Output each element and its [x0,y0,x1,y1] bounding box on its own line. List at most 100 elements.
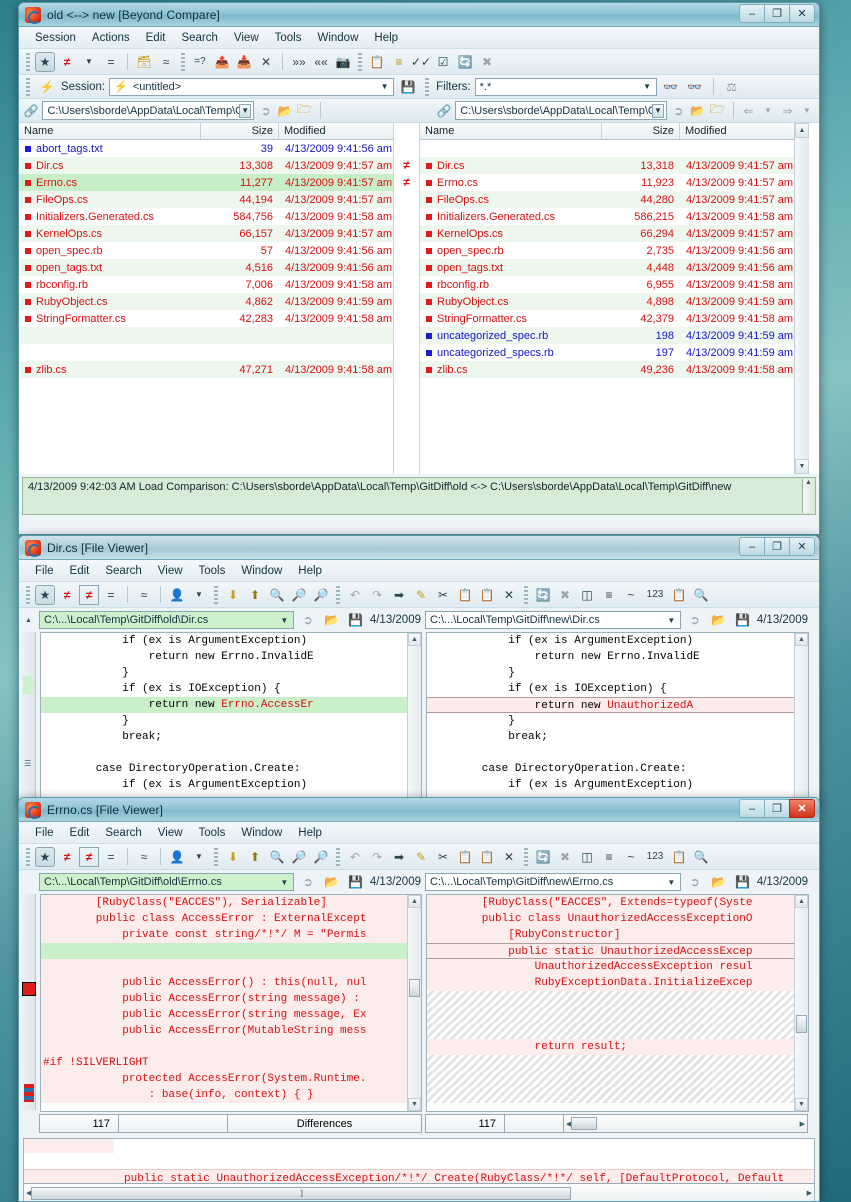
paste-icon[interactable]: 📋 [477,847,497,867]
wrap-icon[interactable]: ~ [621,847,641,867]
dir-toolbar-grip-4[interactable] [524,585,528,604]
right-open-folder-icon[interactable]: 📂 [690,101,706,121]
errno-menu-edit[interactable]: Edit [62,825,98,841]
table-row[interactable]: FileOps.cs 44,194 4/13/2009 9:41:57 am [19,191,393,208]
errno-detail-scroll-right-icon[interactable]: ▶ [807,1189,812,1197]
compare-contents-icon[interactable]: =? [190,52,210,72]
main-window-titlebar[interactable]: old <--> new [Beyond Compare] – ❐ ✕ [19,3,819,27]
dir-left-path-combo[interactable]: C:\...\Local\Temp\GitDiff\old\Dir.cs ▼ [39,611,294,629]
dir-right-scroll-up-icon[interactable]: ▲ [795,633,808,646]
select-all-icon[interactable]: ✓✓ [411,52,431,72]
errno-minimize-button[interactable]: – [739,799,765,818]
table-row[interactable]: KernelOps.cs 66,157 4/13/2009 9:41:57 am [19,225,393,242]
snapshot-icon[interactable]: 📷 [333,52,353,72]
table-row[interactable]: Dir.cs 13,318 4/13/2009 9:41:57 am [420,157,794,174]
copy-to-right-icon[interactable]: 📤 [212,52,232,72]
dir-overview-gutter[interactable]: ☰ [22,632,36,798]
copy-to-right-icon[interactable]: ➡ [389,847,409,867]
dir-toolbar-grip-2[interactable] [214,585,218,604]
edit-icon[interactable]: ✎ [411,847,431,867]
select-none-icon[interactable]: ☑ [433,52,453,72]
errno-right-scroll-thumb[interactable] [796,1015,807,1033]
scroll-up-icon[interactable]: ▲ [795,123,809,138]
errno-hscroll-right-icon[interactable]: ▶ [800,1120,805,1128]
dir-right-code-pane[interactable]: if (ex is ArgumentException) return new … [426,632,809,800]
save-session-icon[interactable]: 💾 [398,77,418,97]
status-scrollbar[interactable]: ▲ [802,479,814,513]
table-row[interactable]: StringFormatter.cs 42,379 4/13/2009 9:41:5… [420,310,794,327]
same-lines-icon[interactable]: = [101,585,121,605]
errno-close-button[interactable]: ✕ [789,799,815,818]
find-previous-icon[interactable]: 🔎 [311,847,331,867]
table-row[interactable]: open_spec.rb 2,735 4/13/2009 9:41:56 am [420,242,794,259]
all-files-icon[interactable]: ★ [35,51,55,72]
rules-icon[interactable]: 👤 [167,585,187,605]
next-difference-icon[interactable]: ⬇ [223,585,243,605]
errno-left-scroll-down-icon[interactable]: ▼ [408,1098,421,1111]
errno-hscroll-thumb[interactable] [571,1117,598,1130]
errno-left-path-combo[interactable]: C:\...\Local\Temp\GitDiff\old\Errno.cs ▼ [39,873,294,891]
table-row[interactable]: RubyObject.cs 4,862 4/13/2009 9:41:59 am [19,293,393,310]
dir-right-open-icon[interactable]: 📂 [709,610,729,630]
errno-menu-view[interactable]: View [150,825,191,841]
errno-menu-tools[interactable]: Tools [191,825,234,841]
redo-icon[interactable]: ↷ [367,847,387,867]
differences-icon[interactable]: ≠ [57,585,77,605]
dir-close-button[interactable]: ✕ [789,537,815,556]
filters-grip[interactable] [425,77,430,96]
table-row[interactable]: RubyObject.cs 4,898 4/13/2009 9:41:59 am [420,293,794,310]
dir-menu-edit[interactable]: Edit [62,563,98,579]
errno-detail-scroll-thumb[interactable]: ⟧ [31,1186,572,1200]
back-icon[interactable]: ⇐ [740,101,756,121]
left-file-list[interactable]: Name Size Modified abort_tags.txt 39 4/13/… [19,123,393,474]
errno-right-save-icon[interactable]: 💾 [733,872,753,892]
line-numbers-badge[interactable]: 123 [643,585,667,605]
cut-icon[interactable]: ✂ [433,585,453,605]
dir-maximize-button[interactable]: ❐ [764,537,790,556]
table-row[interactable]: rbconfig.rb 6,955 4/13/2009 9:41:58 am [420,276,794,293]
undo-icon[interactable]: ↶ [345,585,365,605]
errno-left-save-icon[interactable]: 💾 [346,872,366,892]
table-row[interactable] [19,327,393,344]
stacked-icon[interactable]: ≡ [599,847,619,867]
cut-icon[interactable]: ✂ [433,847,453,867]
maximize-button[interactable]: ❐ [764,4,790,23]
errno-left-scrollbar[interactable]: ▲ ▼ [407,895,421,1111]
copy-all-right-icon[interactable]: »» [289,52,309,72]
menu-session[interactable]: Session [27,30,84,46]
errno-toolbar-grip-4[interactable] [524,847,528,866]
find-next-icon[interactable]: 🔎 [289,847,309,867]
dir-left-forward-icon[interactable]: ➲ [298,610,318,630]
dir-minimize-button[interactable]: – [739,537,765,556]
errno-diff-marker-icon[interactable] [22,982,36,996]
copy-icon[interactable]: 📋 [455,585,475,605]
table-row[interactable] [19,344,393,361]
binary-compare-icon[interactable]: 🗃 [134,52,154,72]
table-row[interactable]: zlib.cs 47,271 4/13/2009 9:41:58 am [19,361,393,378]
dir-menu-search[interactable]: Search [97,563,149,579]
differences-icon[interactable]: ≠ [57,52,77,72]
stop-icon[interactable]: ✖ [555,847,575,867]
dir-menu-tools[interactable]: Tools [191,563,234,579]
copy-to-left-icon[interactable]: 📥 [234,52,254,72]
dir-menu-help[interactable]: Help [290,563,330,579]
toolbar-grip[interactable] [26,52,30,71]
refresh-icon[interactable]: 🔄 [533,847,553,867]
right-path-chevron-down-icon[interactable]: ▼ [651,103,665,118]
table-row[interactable]: open_spec.rb 57 4/13/2009 9:41:56 am [19,242,393,259]
right-col-name[interactable]: Name [420,123,602,139]
menu-search[interactable]: Search [173,30,225,46]
errno-left-open-icon[interactable]: 📂 [322,872,342,892]
errno-detail-hscrollbar[interactable]: ◀ ⟧ ▶ [24,1183,814,1201]
right-col-modified[interactable]: Modified [680,123,794,139]
table-row[interactable]: KernelOps.cs 66,294 4/13/2009 9:41:57 am [420,225,794,242]
errno-right-path-combo[interactable]: C:\...\Local\Temp\GitDiff\new\Errno.cs ▼ [425,873,681,891]
errno-right-scroll-up-icon[interactable]: ▲ [795,895,808,908]
left-open-folder-icon[interactable]: 📂 [277,101,293,121]
forward-dropdown-icon[interactable]: ▼ [799,101,815,121]
copy-to-right-icon[interactable]: ➡ [389,585,409,605]
zoom-icon[interactable]: 🔍 [691,847,711,867]
dropdown-arrow-icon[interactable]: ▼ [79,52,99,72]
errno-left-path-chevron-down-icon[interactable]: ▼ [278,875,291,889]
errno-window-titlebar[interactable]: Errno.cs [File Viewer] – ❐ ✕ [19,798,819,822]
